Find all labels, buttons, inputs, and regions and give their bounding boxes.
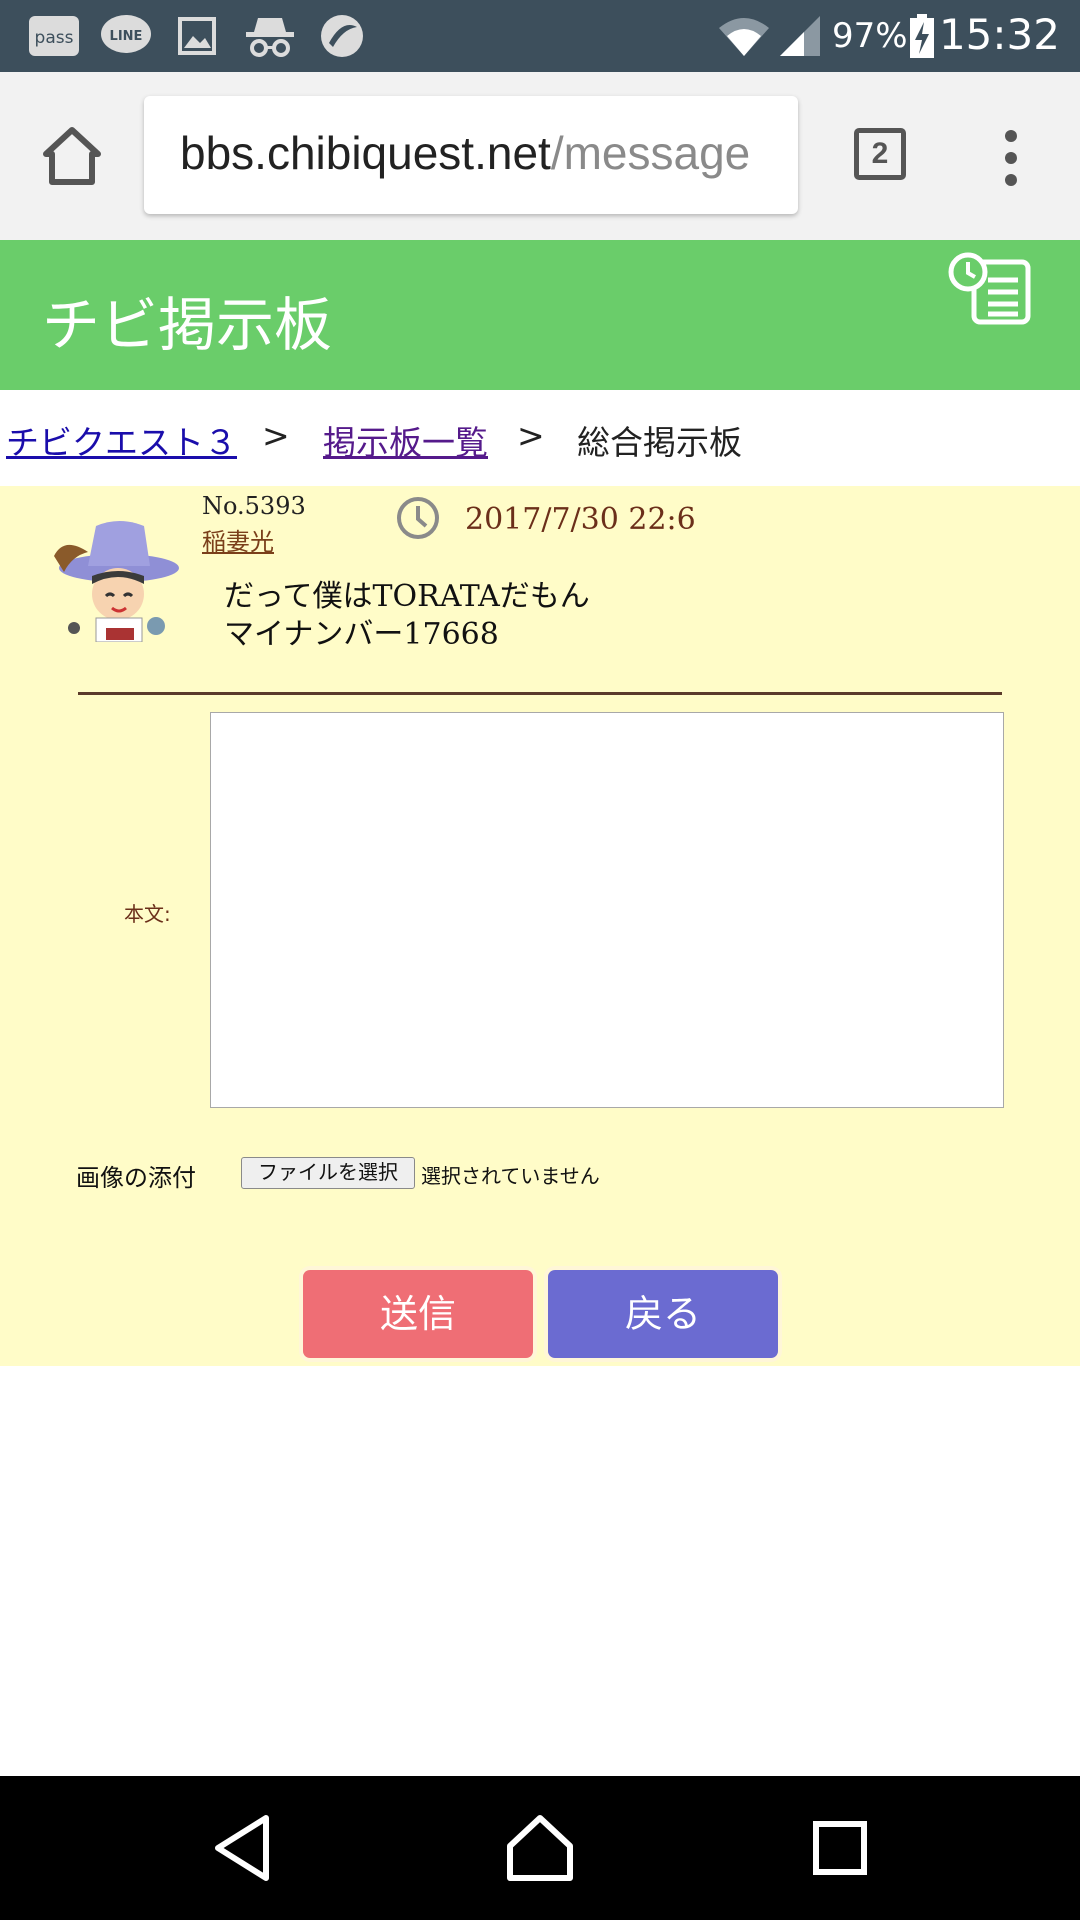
wifi-icon <box>716 14 772 58</box>
site-title[interactable]: チビ掲示板 <box>42 278 332 362</box>
breadcrumb-separator: > <box>517 416 545 455</box>
post-body: だって僕はTORATAだもん マイナンバー17668 <box>224 578 590 654</box>
body-label: 本文: <box>124 902 171 926</box>
history-list-icon[interactable] <box>948 252 1034 326</box>
post-number: No.5393 <box>202 492 306 520</box>
pass-icon: pass <box>28 14 80 58</box>
nav-back-icon[interactable] <box>206 1812 278 1884</box>
svg-text:LINE: LINE <box>110 29 143 44</box>
tab-switcher-button[interactable]: 2 <box>854 128 906 180</box>
url-path: /message <box>550 127 751 179</box>
send-button[interactable]: 送信 <box>303 1270 533 1358</box>
post-body-line: だって僕はTORATAだもん <box>224 579 590 614</box>
file-status-text: 選択されていません <box>421 1164 600 1188</box>
post-username[interactable]: 稲妻光 <box>202 522 274 557</box>
back-button[interactable]: 戻る <box>548 1270 778 1358</box>
browser-toolbar: bbs.chibiquest.net/message 2 <box>0 72 1080 240</box>
signal-icon <box>776 14 824 58</box>
battery-charging-icon <box>908 14 936 58</box>
clock: 15:32 <box>938 10 1060 59</box>
post-body-line: マイナンバー17668 <box>224 617 499 652</box>
android-nav-bar <box>0 1776 1080 1920</box>
image-attach-label: 画像の添付 <box>76 1164 196 1192</box>
gallery-icon <box>176 14 218 58</box>
svg-text:pass: pass <box>35 28 74 48</box>
incognito-icon <box>244 14 296 58</box>
body-textarea[interactable] <box>210 712 1004 1108</box>
nav-recents-icon[interactable] <box>804 1812 876 1884</box>
address-bar[interactable]: bbs.chibiquest.net/message <box>144 96 798 214</box>
line-icon: LINE <box>100 14 152 58</box>
divider <box>78 692 1002 695</box>
breadcrumb-separator: > <box>262 416 290 455</box>
site-header: チビ掲示板 <box>0 240 1080 390</box>
post-content-area: No.5393 稲妻光 2017/7/30 22:6 だって僕はTORATAだも… <box>0 486 1080 1366</box>
more-menu-icon[interactable] <box>998 128 1024 188</box>
battery-percent: 97% <box>832 16 908 56</box>
nav-home-icon[interactable] <box>504 1812 576 1884</box>
choose-file-button[interactable]: ファイルを選択 <box>241 1157 415 1189</box>
breadcrumb-current: 総合掲示板 <box>577 423 742 462</box>
url-host: bbs.chibiquest.net <box>180 127 551 179</box>
home-icon[interactable] <box>40 124 104 188</box>
status-bar: pass LINE 97% 15:32 <box>0 0 1080 72</box>
app-icon <box>318 14 366 58</box>
breadcrumb-link-board-list[interactable]: 掲示板一覧 <box>323 416 488 464</box>
breadcrumb: チビクエスト３ > 掲示板一覧 > 総合掲示板 <box>0 390 1080 486</box>
avatar <box>44 516 184 643</box>
breadcrumb-link-chibiquest[interactable]: チビクエスト３ <box>6 416 237 464</box>
clock-icon <box>396 496 440 540</box>
post-date: 2017/7/30 22:6 <box>465 502 696 537</box>
